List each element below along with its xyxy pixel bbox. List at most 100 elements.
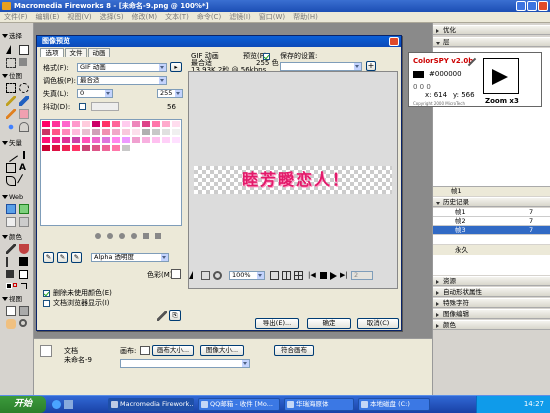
fit-canvas-button[interactable]: 符合画布 — [274, 345, 314, 356]
eraser-tool-icon[interactable] — [19, 109, 29, 119]
palette-swatch[interactable] — [122, 137, 131, 144]
palette-swatch[interactable] — [42, 145, 51, 152]
palette-swatch[interactable] — [92, 145, 101, 152]
palette-swatch[interactable] — [142, 137, 151, 144]
frame-row-selected[interactable]: 帧3 7 — [433, 226, 550, 235]
palette-swatch[interactable] — [112, 129, 121, 136]
menu-item[interactable]: 文件(F) — [0, 12, 32, 23]
palette-swatch[interactable] — [102, 129, 111, 136]
hand-tool-icon[interactable] — [6, 319, 16, 329]
cancel-button[interactable]: 取消(C) — [357, 318, 399, 329]
paint-bucket-icon[interactable] — [19, 244, 29, 254]
palette-swatch[interactable] — [152, 137, 161, 144]
palette-swatch[interactable] — [52, 129, 61, 136]
colors-panel-header[interactable]: 颜色 — [433, 320, 550, 330]
palette-swatch[interactable] — [122, 121, 131, 128]
quicklaunch-desktop-icon[interactable] — [64, 400, 73, 409]
hotspot-tool-icon[interactable] — [6, 204, 16, 214]
palette-transparent-icon[interactable] — [119, 233, 125, 239]
palette-swatch[interactable] — [72, 121, 81, 128]
palette-swatch[interactable] — [92, 137, 101, 144]
zoom-select[interactable]: 100% — [229, 271, 265, 280]
text-tool-icon[interactable]: A — [19, 163, 29, 173]
palette-swatch[interactable] — [162, 137, 171, 144]
standard-screen-icon[interactable] — [6, 306, 16, 316]
remove-unused-checkbox[interactable] — [43, 290, 50, 297]
dialog-close-button[interactable] — [389, 37, 399, 46]
slice-tool-icon[interactable] — [19, 204, 29, 214]
pointer-icon[interactable] — [189, 271, 193, 279]
palette-swatch[interactable] — [102, 137, 111, 144]
palette-swatch[interactable] — [72, 137, 81, 144]
properties-select[interactable] — [120, 359, 250, 368]
menu-item[interactable]: 选择(S) — [96, 12, 128, 23]
full-screen-menu-icon[interactable] — [19, 306, 29, 316]
assets-panel-header[interactable]: 资源 — [433, 276, 550, 286]
palette-swatch[interactable] — [92, 121, 101, 128]
transparency-select[interactable]: Alpha 透明度 — [91, 253, 169, 262]
magic-wand-icon[interactable] — [6, 96, 16, 106]
tab-options[interactable]: 选项 — [40, 48, 64, 57]
dither-amount-field[interactable] — [91, 102, 119, 111]
eyedropper-add-icon[interactable]: ✎ — [57, 252, 68, 263]
palette-swatch[interactable] — [162, 121, 171, 128]
menu-item[interactable]: 滤镜(I) — [225, 12, 255, 23]
zoom-icon[interactable] — [213, 271, 222, 280]
tab-animation[interactable]: 动画 — [88, 48, 110, 57]
palette-swatch[interactable] — [52, 121, 61, 128]
freeform-tool-icon[interactable] — [6, 176, 16, 186]
fill-color-icon[interactable] — [6, 270, 14, 278]
single-view-icon[interactable] — [270, 271, 279, 280]
palette-edit-icon[interactable] — [131, 233, 137, 239]
start-button[interactable]: 开始 — [0, 396, 46, 413]
split-4-view-icon[interactable] — [294, 271, 303, 280]
rectangle-tool-icon[interactable] — [6, 163, 16, 173]
blur-tool-icon[interactable] — [6, 122, 16, 132]
default-colors-icon[interactable] — [6, 283, 12, 289]
palette-swatch[interactable] — [62, 145, 71, 152]
marquee-tool-icon[interactable] — [6, 83, 16, 93]
palette-swatch[interactable] — [142, 121, 151, 128]
rubber-stamp-icon[interactable] — [19, 122, 29, 132]
brush-tool-icon[interactable] — [19, 96, 29, 106]
palette-add-icon[interactable] — [143, 233, 149, 239]
crop-tool-icon[interactable] — [19, 58, 27, 66]
fill-swatch[interactable] — [19, 270, 28, 279]
palette-swatch[interactable] — [142, 129, 151, 136]
zoom-tool-icon[interactable] — [19, 319, 27, 327]
menu-item[interactable]: 视图(V) — [63, 12, 95, 23]
palette-delete-icon[interactable] — [155, 233, 161, 239]
scale-tool-icon[interactable] — [6, 58, 16, 68]
palette-swatch[interactable] — [172, 137, 181, 144]
palette-swatch[interactable] — [52, 145, 61, 152]
tab-file[interactable]: 文件 — [65, 48, 87, 57]
swap-colors-icon[interactable] — [21, 283, 27, 289]
image-size-button[interactable]: 图像大小... — [200, 345, 244, 356]
format-options-button[interactable]: ▸ — [170, 62, 182, 72]
menu-item[interactable]: 命令(C) — [193, 12, 225, 23]
menu-item[interactable]: 修改(M) — [128, 12, 162, 23]
palette-swatch[interactable] — [132, 137, 141, 144]
optimize-size-wizard-button[interactable]: ⎘ — [169, 310, 181, 321]
taskbar-item-font[interactable]: 华瑞海原体 — [284, 398, 354, 411]
palette-swatch[interactable] — [72, 129, 81, 136]
palette-swatch[interactable] — [52, 137, 61, 144]
frame-row[interactable]: 帧2 7 — [433, 217, 550, 226]
color-table[interactable] — [40, 119, 182, 226]
knife-tool-icon[interactable] — [17, 174, 31, 188]
auto-shape-panel-header[interactable]: 自动形状属性 — [433, 287, 550, 297]
no-stroke-icon[interactable] — [13, 283, 17, 287]
palette-swatch[interactable] — [62, 129, 71, 136]
menu-item[interactable]: 窗口(W) — [255, 12, 289, 23]
palette-swatch[interactable] — [82, 129, 91, 136]
stroke-color-icon[interactable] — [6, 257, 16, 267]
lasso-tool-icon[interactable] — [19, 83, 29, 93]
colorspy-widget[interactable]: ColorSPY v2.0b #000000 0 0 0 x: 614 y: 5… — [408, 52, 542, 107]
quicklaunch-ie-icon[interactable] — [52, 400, 61, 409]
eyedropper-remove-icon[interactable]: ✎ — [71, 252, 82, 263]
palette-swatch[interactable] — [102, 121, 111, 128]
format-select[interactable]: GIF 动画 — [77, 63, 167, 72]
subselect-tool-icon[interactable] — [19, 45, 29, 55]
taskbar-item-qqmail[interactable]: QQ邮箱 - 收件 [Mo... — [198, 398, 280, 411]
colors-count-select[interactable]: 255 — [157, 89, 183, 98]
